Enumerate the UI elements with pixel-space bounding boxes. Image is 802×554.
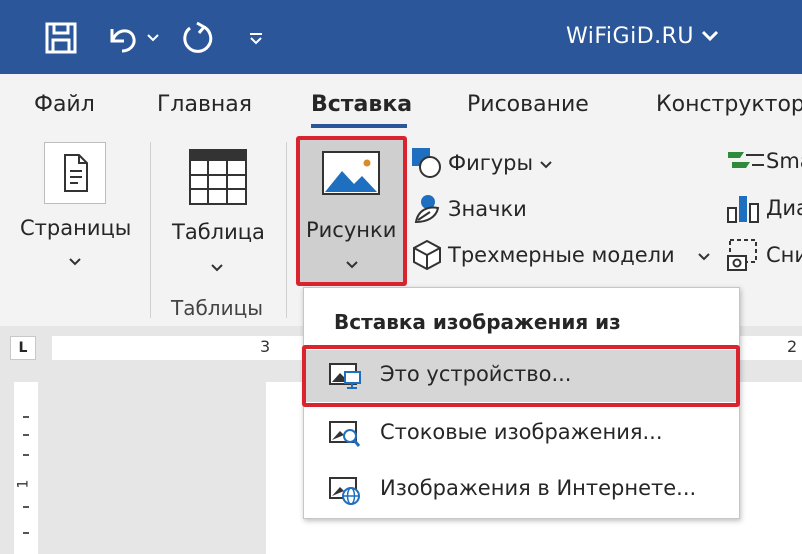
3d-models-button[interactable]: Трехмерные модели <box>410 238 711 272</box>
shapes-button[interactable]: Фигуры <box>410 146 553 180</box>
smartart-button[interactable]: Sma <box>726 146 802 176</box>
chevron-down-icon <box>539 151 553 175</box>
pages-icon <box>44 142 106 204</box>
ruler-tick <box>23 416 29 418</box>
shapes-icon <box>410 146 444 180</box>
save-icon[interactable] <box>40 18 82 58</box>
pages-label: Страницы <box>20 216 132 240</box>
table-label: Таблица <box>172 220 265 244</box>
smartart-label: Sma <box>766 149 802 173</box>
icons-label: Значки <box>448 197 527 221</box>
menu-item-label: Изображения в Интернете... <box>380 476 697 500</box>
image-stock-search-icon <box>328 420 362 454</box>
undo-dropdown-icon[interactable] <box>144 18 162 58</box>
pages-button[interactable]: Страницы <box>14 140 138 280</box>
ruler-tick <box>23 434 29 436</box>
screenshot-icon <box>726 238 766 272</box>
image-online-globe-icon <box>328 476 362 510</box>
chart-label: Диа <box>766 196 802 220</box>
pictures-highlight-frame <box>296 136 407 286</box>
menu-item-stock-images[interactable]: Стоковые изображения... <box>304 408 739 460</box>
ruler-mark: 2 <box>787 337 798 356</box>
screenshot-label: Сни <box>766 243 802 267</box>
ruler-mark: 3 <box>260 337 271 356</box>
ruler-tick <box>23 454 29 456</box>
cube-icon <box>410 238 444 272</box>
document-title[interactable]: WiFiGiD.RU <box>566 24 694 49</box>
ruler-tick <box>23 532 29 534</box>
icons-icon <box>410 192 444 226</box>
chevron-down-icon <box>210 258 224 277</box>
ribbon-separator <box>150 142 151 318</box>
vertical-ruler[interactable]: 1 <box>14 382 38 554</box>
redo-icon[interactable] <box>176 18 220 58</box>
ruler-tick <box>23 506 29 508</box>
chevron-down-icon <box>697 243 711 267</box>
tab-insert[interactable]: Вставка <box>311 92 412 117</box>
undo-icon[interactable] <box>100 18 144 58</box>
this-device-highlight-frame <box>302 345 740 407</box>
active-tab-underline <box>311 124 407 128</box>
customize-quick-access-icon[interactable] <box>244 18 268 58</box>
icons-button[interactable]: Значки <box>410 192 527 226</box>
menu-title: Вставка изображения из <box>334 310 621 334</box>
table-icon <box>188 148 248 210</box>
chevron-down-icon <box>68 252 82 271</box>
tab-file[interactable]: Файл <box>34 92 95 117</box>
chevron-down-icon[interactable] <box>700 28 720 47</box>
3d-models-label: Трехмерные модели <box>448 243 675 267</box>
ruler-mark: 1 <box>15 479 32 489</box>
menu-item-label: Стоковые изображения... <box>380 420 663 444</box>
chart-icon <box>726 192 766 224</box>
shapes-label: Фигуры <box>448 151 534 175</box>
table-button[interactable]: Таблица <box>164 140 276 280</box>
tab-home[interactable]: Главная <box>157 92 252 117</box>
ribbon-separator <box>286 142 287 318</box>
chart-button[interactable]: Диа <box>726 192 802 224</box>
tab-design[interactable]: Конструктор <box>656 92 802 117</box>
smartart-icon <box>726 146 766 176</box>
screenshot-button[interactable]: Сни <box>726 238 802 272</box>
title-bar: WiFiGiD.RU <box>0 0 802 74</box>
tab-stop-selector[interactable]: L <box>10 336 36 360</box>
tab-draw[interactable]: Рисование <box>467 92 589 117</box>
menu-item-online-images[interactable]: Изображения в Интернете... <box>304 464 739 516</box>
tables-group-label: Таблицы <box>171 296 263 320</box>
